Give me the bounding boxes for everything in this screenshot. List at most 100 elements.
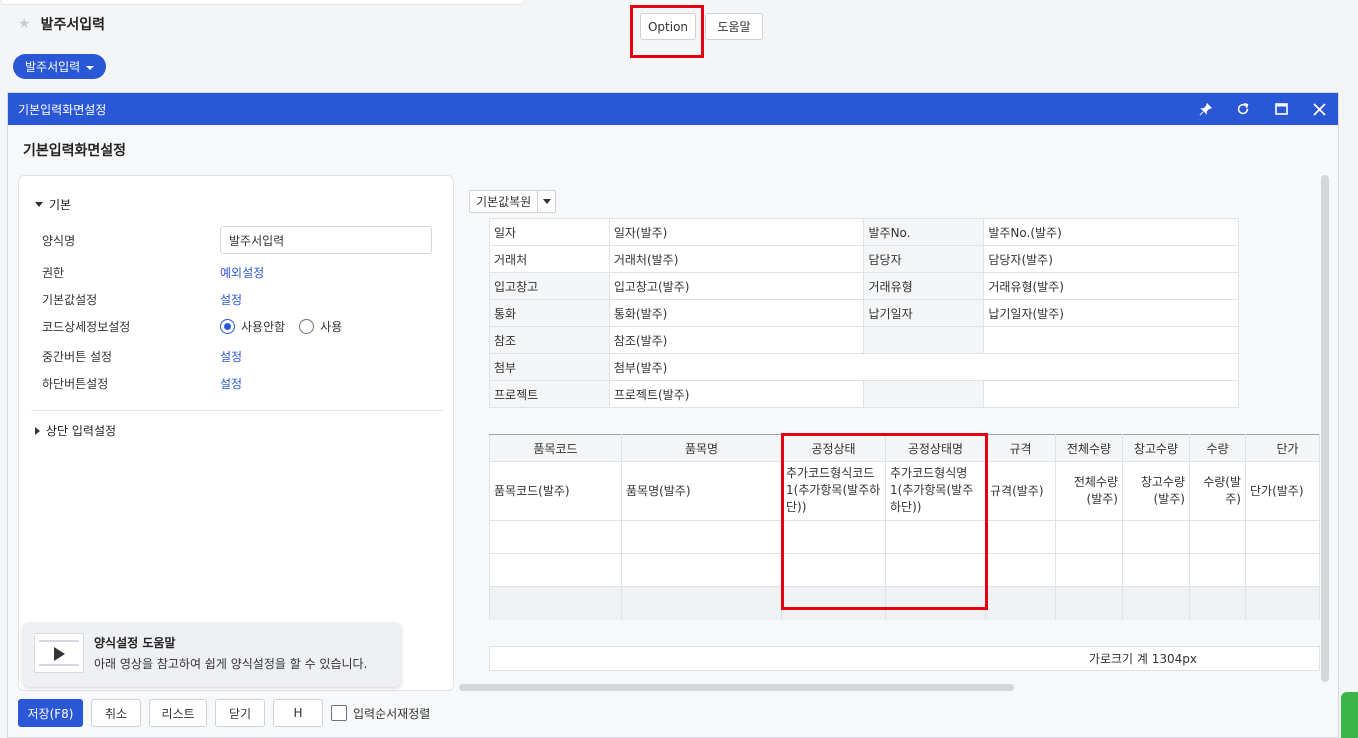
item-cell-empty <box>621 586 782 620</box>
item-cell[interactable]: 품목코드(발주) <box>489 461 622 521</box>
modal-footer: 저장(F8) 취소 리스트 닫기 H 입력순서재정렬 <box>18 699 430 727</box>
header-cell[interactable]: 첨부 <box>489 353 610 381</box>
header-cell[interactable]: 거래유형(발주) <box>983 272 1239 300</box>
header-cell[interactable]: 첨부(발주) <box>608 353 1240 381</box>
radio-unused[interactable] <box>220 319 235 334</box>
header-cell[interactable]: 거래처(발주) <box>608 245 865 273</box>
header-cell-empty[interactable] <box>863 380 985 408</box>
section-top-input[interactable]: 상단 입력설정 <box>35 422 116 439</box>
modal-header: 기본입력화면설정 <box>8 93 1338 125</box>
refresh-icon[interactable] <box>1224 93 1262 125</box>
reset-default-label: 기본값복원 <box>476 195 532 209</box>
item-cell-empty[interactable] <box>621 553 782 587</box>
item-cell[interactable]: 창고수량(발주) <box>1122 461 1190 521</box>
permission-link[interactable]: 예외설정 <box>220 264 264 281</box>
item-cell[interactable]: 품목명(발주) <box>621 461 782 521</box>
item-cell-empty[interactable] <box>1122 553 1190 587</box>
header-cell[interactable]: 거래유형 <box>863 272 985 300</box>
header-cell[interactable]: 입고창고 <box>489 272 610 300</box>
header-cell[interactable]: 거래처 <box>489 245 610 273</box>
horizontal-scrollbar[interactable] <box>459 684 1014 691</box>
item-cell-empty[interactable] <box>1189 520 1246 554</box>
reset-dropdown-toggle[interactable] <box>537 191 555 212</box>
radio-unused-label: 사용안함 <box>241 320 286 334</box>
code-detail-label: 코드상세정보설정 <box>42 320 131 334</box>
column-header[interactable]: 규격 <box>985 434 1056 462</box>
vertical-scrollbar[interactable] <box>1321 175 1329 682</box>
header-cell[interactable]: 프로젝트 <box>489 380 610 408</box>
column-header[interactable]: 품목코드 <box>489 434 622 462</box>
pin-icon[interactable] <box>1186 93 1224 125</box>
save-button[interactable]: 저장(F8) <box>18 699 83 727</box>
item-cell[interactable]: 규격(발주) <box>985 461 1056 521</box>
column-header[interactable]: 전체수량 <box>1055 434 1123 462</box>
section-top-input-label: 상단 입력설정 <box>46 424 117 438</box>
default-link[interactable]: 설정 <box>220 291 242 308</box>
header-cell[interactable]: 담당자 <box>863 245 985 273</box>
item-cell-empty[interactable] <box>621 520 782 554</box>
header-cell[interactable]: 통화 <box>489 299 610 327</box>
header-cell[interactable]: 담당자(발주) <box>983 245 1239 273</box>
column-header[interactable]: 품목명 <box>621 434 782 462</box>
form-dropdown[interactable]: 발주서입력 <box>13 54 107 79</box>
item-cell[interactable]: 전체수량(발주) <box>1055 461 1123 521</box>
item-cell-empty[interactable] <box>1189 553 1246 587</box>
reorder-checkbox[interactable] <box>331 705 347 721</box>
close-icon[interactable] <box>1300 93 1338 125</box>
item-cell-empty[interactable] <box>985 553 1056 587</box>
item-cell-empty[interactable] <box>1245 520 1319 554</box>
section-basic[interactable]: 기본 <box>35 196 71 213</box>
help-button[interactable]: 도움말 <box>705 13 763 40</box>
width-total-text: 가로크기 계 1304px <box>1088 652 1197 666</box>
close-button[interactable]: 닫기 <box>215 699 265 727</box>
header-cell-empty[interactable] <box>983 326 1239 354</box>
help-video-card[interactable]: 양식설정 도움말 아래 영상을 참고하여 쉽게 양식설정을 할 수 있습니다. <box>23 623 401 687</box>
header-layout-grid: 일자 일자(발주) 발주No. 발주No.(발주) 거래처 거래처(발주) 담당… <box>489 218 1240 408</box>
item-cell[interactable]: 수량(발주) <box>1189 461 1246 521</box>
form-name-input[interactable]: 발주서입력 <box>220 226 432 254</box>
help-card-text: 아래 영상을 참고하여 쉽게 양식설정을 할 수 있습니다. <box>94 657 368 671</box>
reset-default-button[interactable]: 기본값복원 <box>469 190 557 213</box>
modal-title: 기본입력화면설정 <box>18 102 107 117</box>
item-cell[interactable]: 단가(발주) <box>1245 461 1319 521</box>
mid-button-link[interactable]: 설정 <box>220 348 242 365</box>
header-cell-empty[interactable] <box>863 326 985 354</box>
list-button[interactable]: 리스트 <box>149 699 207 727</box>
header-cell-empty[interactable] <box>983 380 1239 408</box>
maximize-icon[interactable] <box>1262 93 1300 125</box>
reorder-option[interactable]: 입력순서재정렬 <box>331 705 430 722</box>
row-form-name: 양식명 발주서입력 <box>42 226 442 254</box>
top-card-edge <box>0 0 525 5</box>
radio-used[interactable] <box>299 319 315 334</box>
item-cell-empty <box>1122 586 1190 620</box>
header-row: 거래처 거래처(발주) 담당자 담당자(발주) <box>489 245 1239 273</box>
header-cell[interactable]: 일자(발주) <box>608 218 865 246</box>
cancel-button[interactable]: 취소 <box>91 699 141 727</box>
star-icon[interactable]: ★ <box>18 16 31 32</box>
column-header[interactable]: 단가 <box>1245 434 1319 462</box>
header-cell[interactable]: 통화(발주) <box>608 299 865 327</box>
header-cell[interactable]: 프로젝트(발주) <box>608 380 865 408</box>
side-tab[interactable] <box>1341 692 1358 738</box>
header-cell[interactable]: 입고창고(발주) <box>608 272 865 300</box>
item-cell-empty[interactable] <box>1122 520 1190 554</box>
header-cell[interactable]: 발주No.(발주) <box>983 218 1239 246</box>
header-cell[interactable]: 납기일자(발주) <box>983 299 1239 327</box>
header-cell[interactable]: 발주No. <box>863 218 985 246</box>
bottom-button-link[interactable]: 설정 <box>220 375 242 392</box>
item-cell-empty[interactable] <box>1055 553 1123 587</box>
header-cell[interactable]: 참조(발주) <box>608 326 865 354</box>
header-cell[interactable]: 참조 <box>489 326 610 354</box>
video-thumbnail[interactable] <box>34 633 84 673</box>
item-cell-empty[interactable] <box>1055 520 1123 554</box>
item-cell-empty[interactable] <box>489 520 622 554</box>
column-header[interactable]: 수량 <box>1189 434 1246 462</box>
column-header[interactable]: 창고수량 <box>1122 434 1190 462</box>
header-cell[interactable]: 일자 <box>489 218 610 246</box>
item-cell-empty[interactable] <box>985 520 1056 554</box>
h-button[interactable]: H <box>273 699 323 727</box>
item-cell-empty[interactable] <box>1245 553 1319 587</box>
row-permission: 권한 예외설정 <box>42 264 442 281</box>
item-cell-empty[interactable] <box>489 553 622 587</box>
header-cell[interactable]: 납기일자 <box>863 299 985 327</box>
